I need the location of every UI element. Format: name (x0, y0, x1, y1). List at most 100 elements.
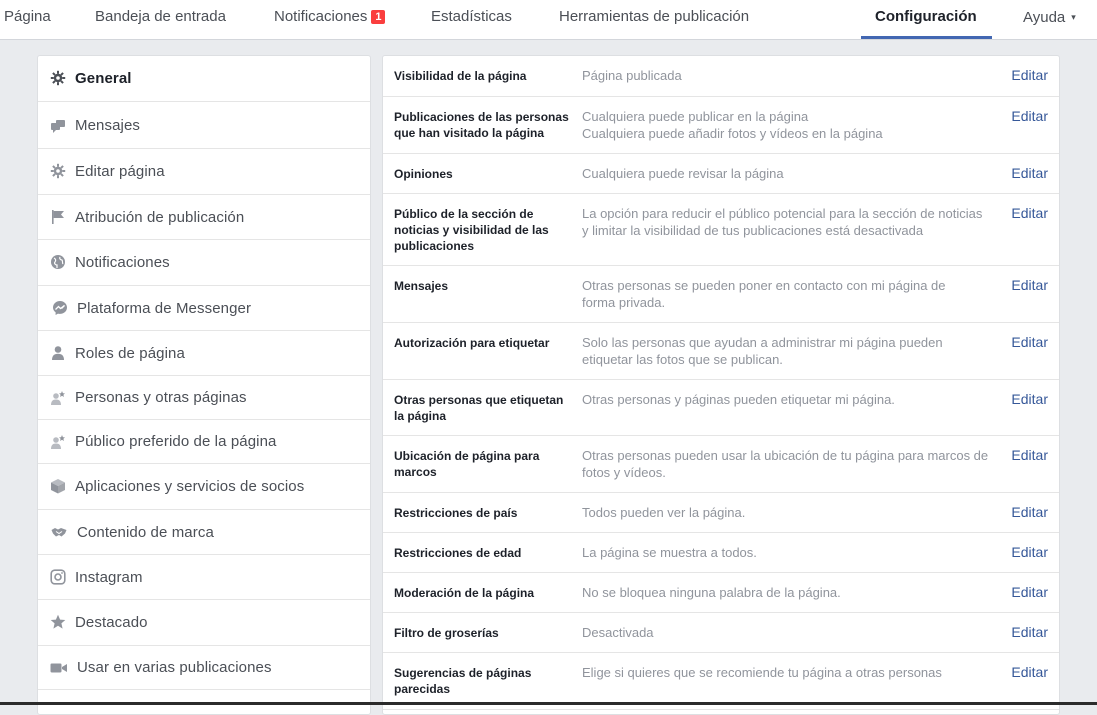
person-star-icon (50, 434, 66, 450)
globe-icon (50, 254, 66, 270)
edit-link[interactable]: Editar (1011, 334, 1048, 351)
edit-link[interactable]: Editar (1011, 447, 1048, 464)
settings-panel: Visibilidad de la página Página publicad… (382, 55, 1060, 715)
tab-label: Ayuda (1023, 9, 1066, 26)
setting-value-line: La página se muestra a todos. (582, 545, 757, 560)
edit-link[interactable]: Editar (1011, 664, 1048, 681)
setting-value-line: Solo las personas que ayudan a administr… (582, 335, 943, 367)
gear-icon (50, 163, 66, 179)
setting-value-line: No se bloquea ninguna palabra de la pági… (582, 585, 841, 600)
setting-value: Elige si quieres que se recomiende tu pá… (582, 664, 992, 681)
setting-value: No se bloquea ninguna palabra de la pági… (582, 584, 992, 601)
edit-link[interactable]: Editar (1011, 504, 1048, 521)
tab-pagina[interactable]: Página (4, 0, 51, 40)
person-icon (50, 345, 66, 361)
edit-link[interactable]: Editar (1011, 205, 1048, 222)
setting-row-moderacion: Moderación de la página No se bloquea ni… (383, 573, 1059, 613)
setting-row-mensajes: Mensajes Otras personas se pueden poner … (383, 266, 1059, 323)
setting-value-line: Todos pueden ver la página. (582, 505, 746, 520)
setting-value: Cualquiera puede revisar la página (582, 165, 992, 182)
setting-value-line: Cualquiera puede publicar en la página (582, 109, 809, 124)
sidebar-item-mensajes[interactable]: Mensajes (38, 102, 370, 149)
setting-label: Publicaciones de las personas que han vi… (394, 110, 569, 140)
tab-label: Bandeja de entrada (95, 8, 226, 25)
setting-label: Ubicación de página para marcos (394, 449, 540, 479)
setting-value-line: Otras personas y páginas pueden etiqueta… (582, 392, 895, 407)
sidebar-item-label: Contenido de marca (77, 524, 214, 541)
edit-link[interactable]: Editar (1011, 544, 1048, 561)
setting-row-visibilidad: Visibilidad de la página Página publicad… (383, 56, 1059, 97)
tab-herramientas-de-publicacion[interactable]: Herramientas de publicación (559, 0, 749, 40)
messenger-icon (52, 300, 68, 316)
sidebar-item-roles-de-pagina[interactable]: Roles de página (38, 331, 370, 376)
setting-label: Restricciones de edad (394, 546, 522, 560)
edit-link[interactable]: Editar (1011, 165, 1048, 182)
tab-label: Herramientas de publicación (559, 8, 750, 25)
sidebar-item-label: Usar en varias publicaciones (77, 659, 272, 676)
sidebar-item-label: Atribución de publicación (75, 209, 245, 226)
handshake-icon (51, 524, 67, 540)
active-tab-indicator (861, 36, 992, 39)
setting-label: Restricciones de país (394, 506, 518, 520)
tab-bandeja-de-entrada[interactable]: Bandeja de entrada (95, 0, 226, 40)
sidebar-item-plataforma-de-messenger[interactable]: Plataforma de Messenger (38, 286, 370, 331)
flag-icon (50, 209, 66, 225)
setting-row-restricciones-edad: Restricciones de edad La página se muest… (383, 533, 1059, 573)
setting-label: Mensajes (394, 279, 449, 293)
sidebar-item-destacado[interactable]: Destacado (38, 600, 370, 646)
sidebar-item-editar-pagina[interactable]: Editar página (38, 149, 370, 195)
sidebar-item-atribucion-de-publicacion[interactable]: Atribución de publicación (38, 195, 370, 240)
setting-label: Autorización para etiquetar (394, 336, 550, 350)
setting-label: Opiniones (394, 167, 453, 181)
caret-down-icon: ▾ (1071, 12, 1076, 22)
sidebar-item-contenido-de-marca[interactable]: Contenido de marca (38, 510, 370, 555)
setting-value: Otras personas se pueden poner en contac… (582, 277, 972, 311)
sidebar-item-label: Roles de página (75, 345, 185, 362)
setting-label: Sugerencias de páginas parecidas (394, 666, 532, 696)
sidebar-item-aplicaciones-y-servicios[interactable]: Aplicaciones y servicios de socios (38, 464, 370, 510)
edit-link[interactable]: Editar (1011, 277, 1048, 294)
video-camera-icon (50, 660, 67, 676)
messages-icon (50, 118, 66, 134)
sidebar-item-label: Aplicaciones y servicios de socios (75, 478, 305, 495)
edit-link[interactable]: Editar (1011, 584, 1048, 601)
setting-value-line: La opción para reducir el público potenc… (582, 206, 983, 238)
sidebar-item-instagram[interactable]: Instagram (38, 555, 370, 600)
edit-link[interactable]: Editar (1011, 67, 1048, 84)
sidebar-item-label: General (75, 70, 132, 87)
sidebar-item-label: Mensajes (75, 117, 140, 134)
sidebar-item-publico-preferido[interactable]: Público preferido de la página (38, 420, 370, 464)
tab-configuracion[interactable]: Configuración (875, 0, 977, 40)
setting-value-line: Página publicada (582, 68, 682, 83)
star-icon (50, 614, 66, 630)
setting-value-line: Desactivada (582, 625, 654, 640)
top-navigation: Página Bandeja de entrada Notificaciones… (0, 0, 1097, 40)
setting-row-ubicacion-marcos: Ubicación de página para marcos Otras pe… (383, 436, 1059, 493)
settings-sidebar: General Mensajes Editar página Atribució… (37, 55, 371, 715)
setting-value: Página publicada (582, 67, 992, 84)
sidebar-item-label: Plataforma de Messenger (77, 300, 252, 317)
edit-link[interactable]: Editar (1011, 391, 1048, 408)
edit-link[interactable]: Editar (1011, 108, 1048, 125)
instagram-icon (50, 569, 66, 585)
setting-label: Visibilidad de la página (394, 69, 527, 83)
edit-link[interactable]: Editar (1011, 624, 1048, 641)
sidebar-item-label: Instagram (75, 569, 143, 586)
setting-value: Todos pueden ver la página. (582, 504, 992, 521)
gear-icon (50, 70, 66, 86)
tab-ayuda[interactable]: Ayuda ▾ (1023, 0, 1076, 40)
tab-estadisticas[interactable]: Estadísticas (431, 0, 512, 40)
tab-label: Notificaciones (274, 8, 368, 25)
sidebar-item-usar-en-varias-publicaciones[interactable]: Usar en varias publicaciones (38, 646, 370, 690)
setting-row-restricciones-pais: Restricciones de país Todos pueden ver l… (383, 493, 1059, 533)
tab-label: Página (4, 8, 51, 25)
sidebar-item-label: Notificaciones (75, 254, 170, 271)
sidebar-item-general[interactable]: General (38, 56, 370, 102)
sidebar-item-notificaciones[interactable]: Notificaciones (38, 240, 370, 286)
notification-badge: 1 (371, 10, 386, 24)
sidebar-item-personas-y-otras-paginas[interactable]: Personas y otras páginas (38, 376, 370, 420)
setting-value-line: Elige si quieres que se recomiende tu pá… (582, 665, 942, 680)
setting-label: Moderación de la página (394, 586, 535, 600)
setting-value: Otras personas y páginas pueden etiqueta… (582, 391, 992, 408)
tab-notificaciones[interactable]: Notificaciones 1 (274, 0, 386, 40)
